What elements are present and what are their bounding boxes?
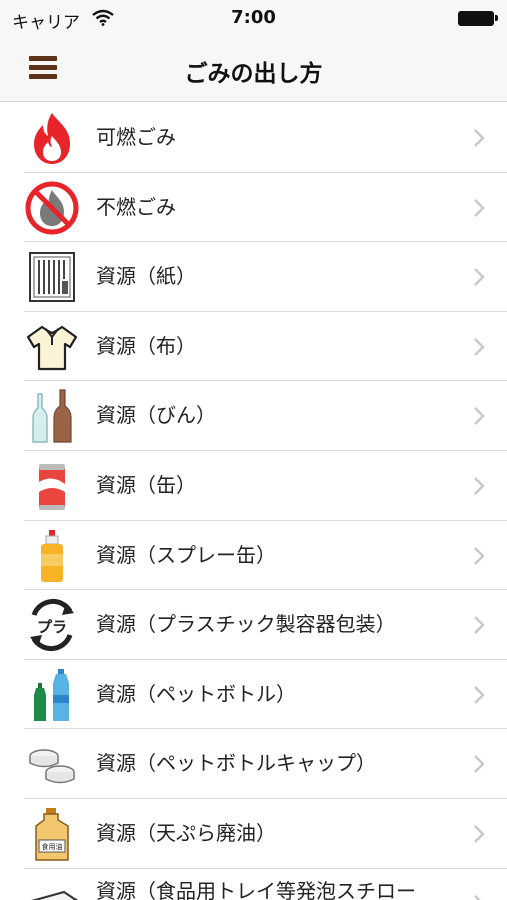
- list-item-label: 資源（びん）: [96, 403, 216, 428]
- list-item-pet-bottles[interactable]: 資源（ペットボトル）: [0, 660, 507, 730]
- svg-text:食用油: 食用油: [42, 842, 63, 851]
- shirt-icon: [26, 325, 78, 370]
- list-item-label: 資源（紙）: [96, 264, 196, 289]
- chevron-right-icon: [474, 198, 485, 217]
- battery-icon: [458, 11, 498, 26]
- list-item-label: 資源（布）: [96, 333, 196, 358]
- list-item-plastic-packaging[interactable]: プラ 資源（プラスチック製容器包装）: [0, 590, 507, 660]
- chevron-right-icon: [474, 268, 485, 287]
- flame-icon: [34, 113, 70, 164]
- pet-bottle-icon: [34, 668, 69, 721]
- food-tray-icon: [27, 890, 79, 900]
- page-title: ごみの出し方: [184, 61, 323, 87]
- list-item-label: 資源（ペットボトル）: [96, 681, 296, 706]
- list-item-label: 資源（ペットボトルキャップ）: [96, 751, 376, 776]
- list-item-cans[interactable]: 資源（缶）: [0, 451, 507, 521]
- chevron-right-icon: [474, 825, 485, 843]
- chevron-right-icon: [474, 407, 485, 426]
- spray-can-icon: [41, 529, 63, 582]
- list-item-paper[interactable]: 資源（紙）: [0, 242, 507, 312]
- list-item-bottle-caps[interactable]: 資源（ペットボトルキャップ）: [0, 729, 507, 799]
- list-item-label: 資源（缶）: [96, 472, 196, 497]
- paper-icon: [29, 252, 75, 303]
- list-item-label: 可燃ごみ: [96, 125, 176, 149]
- plastic-recycle-icon: プラ: [30, 599, 74, 652]
- chevron-right-icon: [474, 616, 485, 635]
- list-item-label: 資源（天ぷら廃油）: [96, 820, 276, 845]
- chevron-right-icon: [474, 755, 485, 774]
- chevron-right-icon: [474, 337, 485, 356]
- svg-text:プラ: プラ: [37, 618, 67, 636]
- list-item-bottles[interactable]: 資源（びん）: [0, 381, 507, 451]
- list-item-cooking-oil[interactable]: 食用油 資源（天ぷら廃油）: [0, 799, 507, 869]
- oil-container-icon: 食用油: [35, 807, 69, 861]
- list-item-nonburnable[interactable]: 不燃ごみ: [0, 173, 507, 243]
- garbage-category-list: 可燃ごみ 不燃ごみ 資源（紙） 資源（布） 資源（びん） 資源（缶） 資源（スプ…: [0, 103, 507, 900]
- status-time: 7:00: [231, 7, 276, 28]
- can-icon: [39, 463, 65, 510]
- chevron-right-icon: [474, 685, 485, 704]
- chevron-right-icon: [474, 477, 485, 495]
- list-item-food-trays[interactable]: 資源（食品用トレイ等発泡スチロー: [0, 869, 507, 900]
- list-item-cloth[interactable]: 資源（布）: [0, 312, 507, 382]
- nav-bar: ごみの出し方: [0, 36, 507, 102]
- list-item-label: 不燃ごみ: [96, 194, 176, 219]
- list-item-label: 資源（スプレー缶）: [96, 542, 276, 567]
- chevron-right-icon: [474, 894, 482, 900]
- bottles-icon: [32, 389, 72, 443]
- list-item-burnable[interactable]: 可燃ごみ: [0, 103, 507, 173]
- no-burn-icon: [25, 181, 79, 235]
- list-item-spray-cans[interactable]: 資源（スプレー缶）: [0, 521, 507, 591]
- chevron-right-icon: [474, 129, 485, 147]
- list-item-label: 資源（食品用トレイ等発泡スチロー: [96, 878, 416, 900]
- chevron-right-icon: [474, 546, 485, 565]
- list-item-label: 資源（プラスチック製容器包装）: [96, 612, 396, 637]
- bottle-caps-icon: [29, 749, 75, 784]
- status-bar: キャリア 7:00: [0, 0, 507, 36]
